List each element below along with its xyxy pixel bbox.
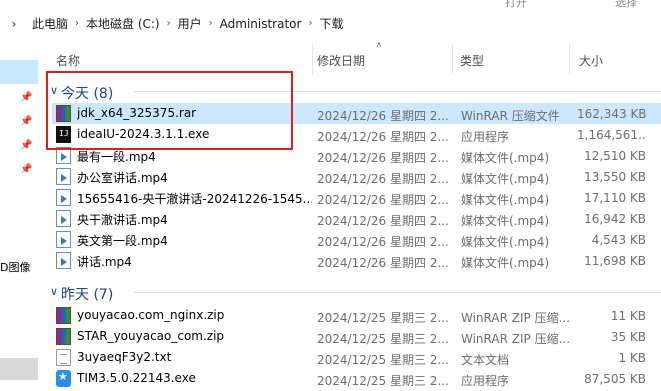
file-size: 1,164,561...	[577, 128, 646, 142]
file-date: 2024/12/25 星期三 2...	[317, 353, 449, 367]
file-size: 13,550 KB	[584, 170, 646, 184]
column-divider[interactable]	[452, 44, 453, 74]
sort-up-icon: ∧	[376, 40, 382, 49]
breadcrumb-separator-icon[interactable]: ›	[164, 18, 174, 29]
ribbon-fragment: 打开 选择	[0, 0, 661, 9]
file-date: 2024/12/26 星期四 2...	[317, 109, 449, 123]
file-row[interactable]: 15655416-央干澈讲话-20241226-1545... 2024/12/2…	[52, 187, 661, 208]
breadcrumb-separator-icon[interactable]: ›	[305, 18, 315, 29]
file-name: 央干澈讲话.mp4	[77, 213, 168, 227]
file-date: 2024/12/26 星期四 2...	[317, 151, 449, 165]
video-file-icon	[56, 210, 71, 227]
zip-icon	[56, 328, 71, 345]
column-header: 名称 ∧ 修改日期 类型 大小	[44, 40, 661, 74]
column-name[interactable]: 名称	[56, 52, 80, 69]
file-size: 16,942 KB	[584, 212, 646, 226]
file-type: 媒体文件(.mp4)	[461, 172, 550, 186]
file-date: 2024/12/26 星期四 2...	[317, 172, 449, 186]
breadcrumb-downloads[interactable]: 下载	[315, 15, 347, 32]
breadcrumb: 此电脑 › 本地磁盘 (C:) › 用户 › Administrator › 下…	[28, 15, 347, 32]
file-type: WinRAR 压缩文件	[461, 109, 560, 123]
breadcrumb-local-disk[interactable]: 本地磁盘 (C:)	[82, 15, 164, 32]
column-divider[interactable]	[312, 44, 313, 74]
breadcrumb-separator-icon[interactable]: ›	[206, 18, 216, 29]
file-size: 162,343 KB	[577, 107, 646, 121]
file-row[interactable]: TIM3.5.0.22143.exe 2024/12/25 星期三 2... 应用程…	[52, 368, 661, 389]
address-bar[interactable]: › 此电脑 › 本地磁盘 (C:) › 用户 › Administrator ›…	[0, 8, 661, 39]
file-name: 3uyaeqF3y2.txt	[77, 350, 172, 364]
chevron-down-icon[interactable]: ∨	[50, 285, 58, 298]
file-size: 1 KB	[618, 351, 646, 365]
file-date: 2024/12/25 星期三 2...	[317, 311, 449, 325]
sidebar-item-hover[interactable]	[0, 358, 38, 380]
file-type: 媒体文件(.mp4)	[461, 151, 550, 165]
file-name: youyacao.com_nginx.zip	[77, 308, 225, 322]
file-type: 应用程序	[461, 374, 510, 388]
file-size: 17,110 KB	[584, 191, 646, 205]
annotation-highlight-box	[46, 71, 293, 150]
file-row[interactable]: 英文第一段.mp4 2024/12/26 星期四 2... 媒体文件(.mp4) 4,…	[52, 229, 661, 250]
file-date: 2024/12/26 星期四 2...	[317, 256, 449, 270]
file-name: 最有一段.mp4	[77, 150, 156, 164]
sidebar-item-selected[interactable]	[0, 60, 38, 84]
file-row[interactable]: 央干澈讲话.mp4 2024/12/26 星期四 2... 媒体文件(.mp4) 16…	[52, 208, 661, 229]
file-type: 应用程序	[461, 130, 510, 144]
nav-chevron-icon[interactable]: ›	[0, 17, 28, 31]
video-file-icon	[56, 231, 71, 248]
pin-icon: 📌	[20, 140, 33, 151]
file-date: 2024/12/25 星期三 2...	[317, 332, 449, 346]
file-type: 媒体文件(.mp4)	[461, 214, 550, 228]
file-row[interactable]: 3uyaeqF3y2.txt 2024/12/25 星期三 2... 文本文档 1 K…	[52, 347, 661, 368]
video-file-icon	[56, 189, 71, 206]
column-date[interactable]: 修改日期	[317, 52, 365, 69]
file-size: 11 KB	[610, 309, 646, 323]
file-date: 2024/12/26 星期四 2...	[317, 235, 449, 249]
group-title: 昨天 (7)	[61, 287, 114, 303]
file-date: 2024/12/26 星期四 2...	[317, 214, 449, 228]
file-row[interactable]: 办公室讲话.mp4 2024/12/26 星期四 2... 媒体文件(.mp4) 13…	[52, 166, 661, 187]
file-type: WinRAR ZIP 压缩...	[461, 311, 571, 325]
file-size: 12,510 KB	[584, 149, 646, 163]
video-file-icon	[56, 252, 71, 269]
file-size: 87,505 KB	[584, 372, 646, 386]
breadcrumb-administrator[interactable]: Administrator	[216, 17, 306, 31]
file-type: 媒体文件(.mp4)	[461, 235, 550, 249]
file-name: 15655416-央干澈讲话-20241226-1545...	[77, 192, 312, 206]
file-size: 35 KB	[610, 330, 646, 344]
pin-icon: 📌	[20, 164, 33, 175]
file-date: 2024/12/26 星期四 2...	[317, 193, 449, 207]
file-name: 办公室讲话.mp4	[77, 171, 168, 185]
file-size: 11,698 KB	[584, 254, 646, 268]
column-size[interactable]: 大小	[579, 52, 603, 69]
group-header-yesterday[interactable]: ∨ 昨天 (7)	[44, 281, 661, 303]
file-name: STAR_youyacao_com.zip	[77, 329, 225, 343]
navigation-pane: 📌 📌 📌 📌 D图像	[0, 40, 44, 391]
file-type: 媒体文件(.mp4)	[461, 193, 550, 207]
video-file-icon	[56, 168, 71, 185]
breadcrumb-this-pc[interactable]: 此电脑	[28, 15, 72, 32]
column-type[interactable]: 类型	[460, 52, 484, 69]
zip-icon	[56, 307, 71, 324]
pin-icon: 📌	[20, 116, 33, 127]
sidebar-item-pictures[interactable]: D图像	[0, 259, 30, 275]
tim-icon	[56, 370, 71, 387]
file-date: 2024/12/25 星期三 2...	[317, 374, 449, 388]
breadcrumb-users[interactable]: 用户	[174, 15, 206, 32]
file-name: TIM3.5.0.22143.exe	[77, 371, 196, 385]
pin-icon: 📌	[20, 92, 33, 103]
file-type: 文本文档	[461, 353, 510, 367]
file-row[interactable]: youyacao.com_nginx.zip 2024/12/25 星期三 2..…	[52, 305, 661, 326]
file-size: 4,543 KB	[591, 233, 646, 247]
breadcrumb-separator-icon[interactable]: ›	[72, 18, 82, 29]
column-divider[interactable]	[569, 44, 570, 74]
group-divider	[134, 292, 661, 293]
text-file-icon	[56, 349, 71, 366]
file-name: 英文第一段.mp4	[77, 234, 168, 248]
file-row[interactable]: STAR_youyacao_com.zip 2024/12/25 星期三 2...…	[52, 326, 661, 347]
file-row[interactable]: 讲话.mp4 2024/12/26 星期四 2... 媒体文件(.mp4) 11,69…	[52, 250, 661, 271]
file-type: 媒体文件(.mp4)	[461, 256, 550, 270]
file-date: 2024/12/26 星期四 2...	[317, 130, 449, 144]
file-name: 讲话.mp4	[77, 255, 132, 269]
file-type: WinRAR ZIP 压缩...	[461, 332, 571, 346]
